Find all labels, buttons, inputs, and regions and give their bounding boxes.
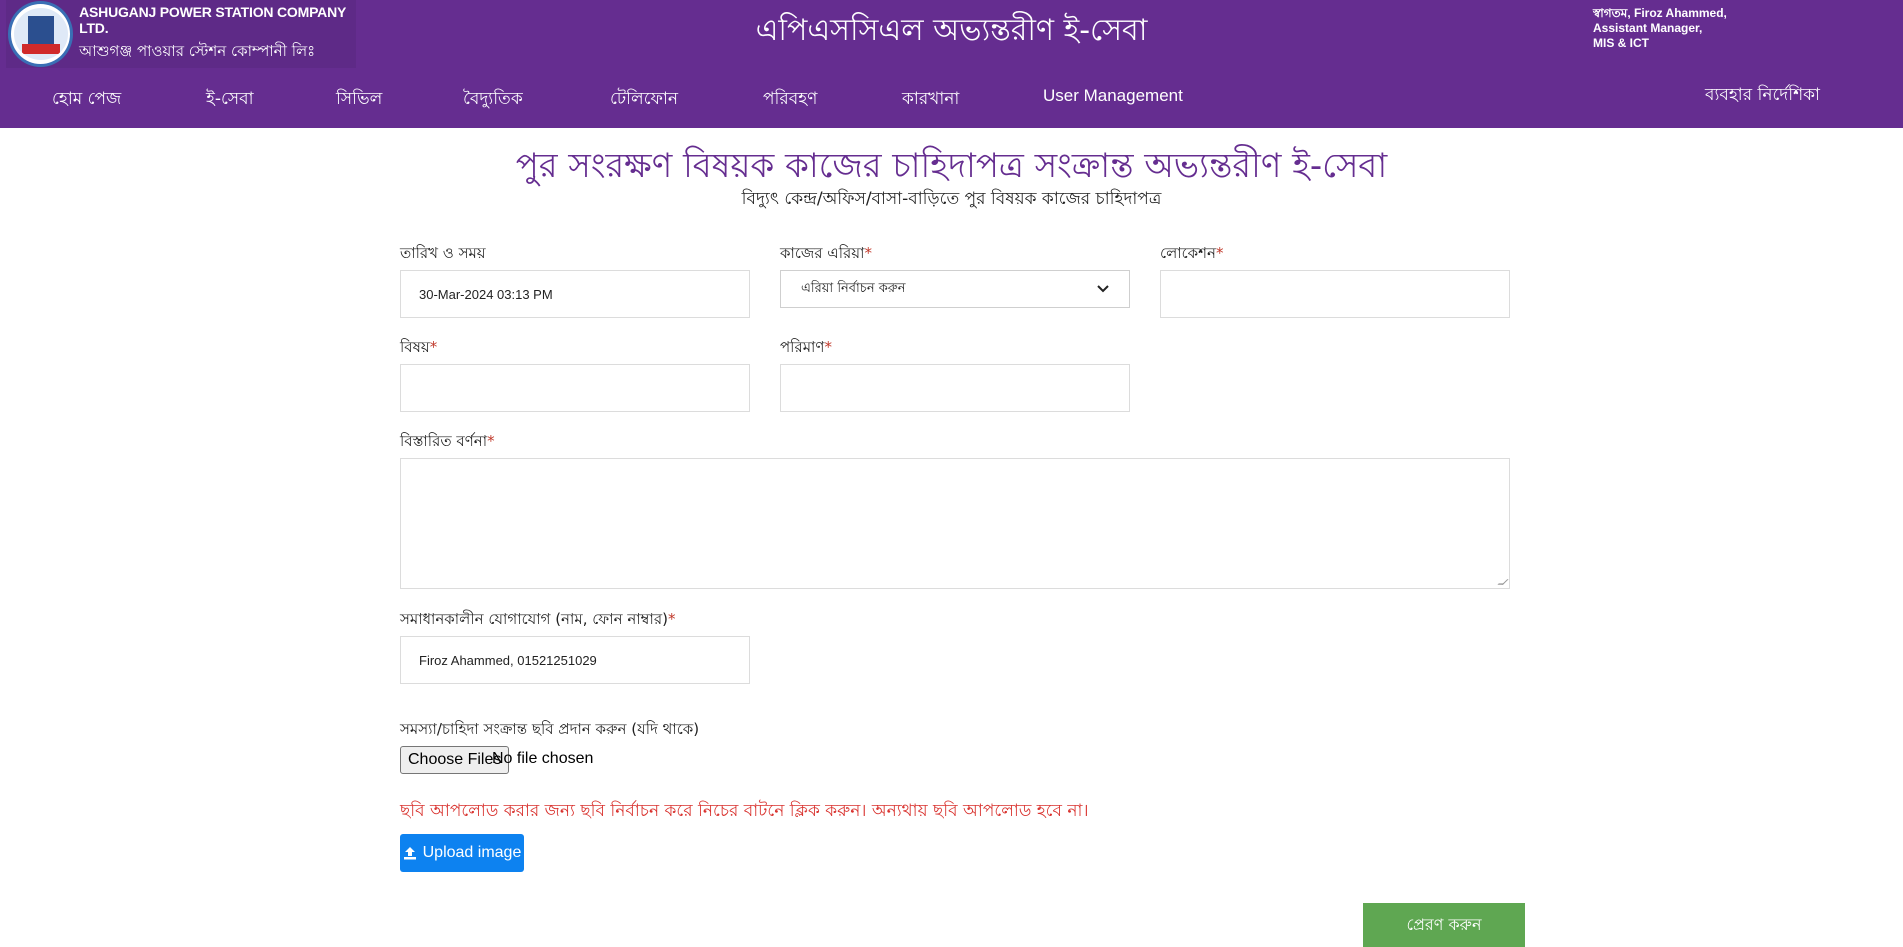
nav-home[interactable]: হোম পেজ (52, 86, 121, 114)
nav-electrical[interactable]: বৈদ্যুতিক (463, 86, 523, 114)
image-label: সমস্যা/চাহিদা সংক্রান্ত ছবি প্রদান করুন … (400, 720, 700, 738)
top-header: ASHUGANJ POWER STATION COMPANY LTD. আশুগ… (0, 0, 1903, 128)
location-input[interactable] (1160, 270, 1510, 318)
welcome-name: স্বাগতম, Firoz Ahammed, (1593, 6, 1727, 20)
contact-input[interactable] (400, 636, 750, 684)
nav-telephone[interactable]: টেলিফোন (610, 86, 678, 114)
datetime-input[interactable] (400, 270, 750, 318)
subject-label: বিষয়* (400, 338, 438, 356)
welcome-text: স্বাগতম, Firoz Ahammed, Assistant Manage… (1593, 6, 1727, 51)
resize-grip-icon[interactable] (1497, 579, 1509, 585)
quantity-label: পরিমাণ* (780, 338, 832, 356)
nav-civil[interactable]: সিভিল (336, 86, 382, 114)
submit-button[interactable]: প্রেরণ করুন (1363, 903, 1525, 947)
nav-user-management[interactable]: User Management (1043, 86, 1183, 106)
chevron-down-icon (1097, 285, 1109, 293)
area-select-value: এরিয়া নির্বাচন করুন (801, 280, 906, 296)
page-subtitle: বিদ্যুৎ কেন্দ্র/অফিস/বাসা-বাড়িতে পুর বি… (741, 189, 1162, 209)
description-textarea[interactable] (400, 458, 1510, 589)
subject-input[interactable] (400, 364, 750, 412)
quantity-input[interactable] (780, 364, 1130, 412)
nav-user-guide[interactable]: ব্যবহার নির্দেশিকা (1705, 82, 1820, 110)
location-label: লোকেশন* (1160, 244, 1224, 262)
nav-eseba[interactable]: ই-সেবা (206, 86, 254, 114)
description-label: বিস্তারিত বর্ণনা* (400, 432, 495, 450)
welcome-designation: Assistant Manager, (1593, 21, 1703, 35)
upload-image-button[interactable]: Upload image (400, 834, 524, 872)
datetime-label: তারিখ ও সময় (400, 244, 486, 262)
contact-label: সমাধানকালীন যোগাযোগ (নাম, ফোন নাম্বার)* (400, 610, 676, 628)
nav-transport[interactable]: পরিবহণ (763, 86, 817, 114)
file-status-text: No file chosen (492, 750, 594, 767)
area-label: কাজের এরিয়া* (780, 244, 872, 262)
nav-workshop[interactable]: কারখানা (902, 86, 959, 114)
welcome-department: MIS & ICT (1593, 36, 1649, 50)
area-select[interactable]: এরিয়া নির্বাচন করুন (780, 270, 1130, 308)
upload-warning: ছবি আপলোড করার জন্য ছবি নির্বাচন করে নিচ… (400, 801, 1089, 821)
upload-image-label: Upload image (422, 844, 522, 861)
main-nav: হোম পেজ ই-সেবা সিভিল বৈদ্যুতিক টেলিফোন প… (0, 86, 1903, 112)
upload-icon (403, 847, 416, 860)
